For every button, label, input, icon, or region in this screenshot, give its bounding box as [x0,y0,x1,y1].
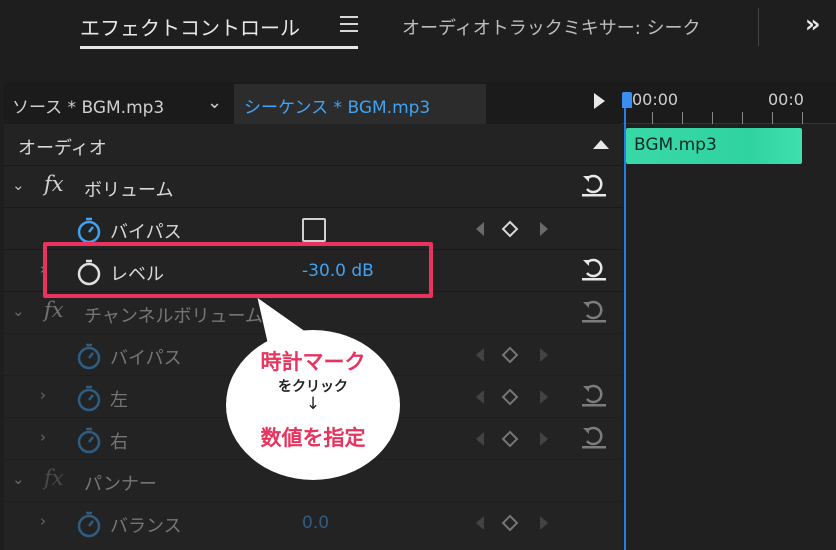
collapse-up-icon[interactable] [593,140,609,149]
mini-timeline[interactable]: 00:00 00:0 BGM.mp3 [622,82,836,550]
reset-icon[interactable] [580,424,608,450]
callout-line4: 数値を指定 [260,426,366,450]
reset-icon[interactable] [580,256,608,282]
more-tabs-icon[interactable]: » [805,10,821,38]
ruler-tick [742,112,743,124]
level-highlight-box [43,242,433,298]
callout-bubble: 時計マーク をクリック ↓ 数値を指定 [226,330,400,480]
ruler-tick [652,112,653,124]
bypass-checkbox[interactable] [302,218,326,242]
timecode-next: 00:0 [768,90,804,109]
tab-effect-controls[interactable]: エフェクトコントロール [80,12,300,41]
chevron-down-icon[interactable]: ⌄ [207,92,222,113]
playhead-line[interactable] [624,96,626,550]
chevron-right-icon[interactable]: › [40,386,46,404]
stopwatch-icon[interactable] [74,383,104,413]
ruler-tick [712,112,713,124]
playhead-handle[interactable] [622,92,632,108]
panel-menu-icon[interactable] [340,16,358,32]
fx-icon[interactable]: fx [44,172,64,196]
sequence-clip-label: シーケンス * BGM.mp3 [244,98,431,118]
effect-volume-name: ボリューム [84,180,174,201]
effect-panner-name: パンナー [84,474,157,495]
source-clip-label[interactable]: ソース * BGM.mp3 [12,93,164,118]
reset-icon[interactable] [580,382,608,408]
ruler-tick [772,112,773,124]
time-ruler[interactable]: 00:00 00:0 [622,82,836,124]
property-balance-label: バランス [110,516,182,537]
property-left-label: 左 [110,390,128,411]
tab-audio-track-mixer[interactable]: オーディオトラックミキサー: シーク [402,14,758,40]
panel-tab-bar: エフェクトコントロール オーディオトラックミキサー: シーク » [0,0,836,58]
chevron-right-icon[interactable]: › [40,428,46,446]
callout-arrow: ↓ [305,394,321,414]
tab-divider [758,8,759,46]
sequence-clip-tab[interactable]: シーケンス * BGM.mp3 [234,84,486,124]
play-icon[interactable] [594,93,605,109]
callout-line2: をクリック [278,379,348,395]
ruler-tick [682,112,683,124]
ruler-tick [802,112,803,124]
stopwatch-icon[interactable] [74,341,104,371]
effect-volume-row[interactable]: ⌄ fx ボリューム [4,166,622,208]
stopwatch-icon[interactable] [74,425,104,455]
keyframe-navigator[interactable] [474,430,554,448]
chevron-right-icon[interactable]: › [40,512,46,530]
fx-icon[interactable]: fx [44,298,64,322]
stopwatch-icon[interactable] [74,215,104,245]
keyframe-navigator[interactable] [474,514,554,532]
active-tab-underline [80,46,358,49]
fx-icon[interactable]: fx [44,466,64,490]
chevron-down-icon[interactable]: ⌄ [12,470,25,488]
timecode-start: 00:00 [632,90,679,109]
keyframe-navigator[interactable] [474,346,554,364]
property-bypass-label: バイパス [110,348,182,369]
source-sequence-bar: ソース * BGM.mp3 ⌄ シーケンス * BGM.mp3 [4,82,622,124]
reset-icon[interactable] [580,172,608,198]
stopwatch-icon[interactable] [74,509,104,539]
property-bypass-label: バイパス [110,222,182,243]
clip-name: BGM.mp3 [634,135,717,155]
property-balance-row: › バランス 0.0 [4,502,622,544]
property-right-label: 右 [110,432,128,453]
callout-line1: 時計マーク [260,350,366,374]
chevron-down-icon[interactable]: ⌄ [12,176,25,194]
reset-icon[interactable] [580,298,608,324]
audio-clip[interactable]: BGM.mp3 [626,128,802,164]
keyframe-navigator[interactable] [474,220,554,238]
chevron-down-icon[interactable]: ⌄ [12,302,25,320]
audio-section-header[interactable]: オーディオ [4,124,622,166]
effect-channel-volume-name: チャンネルボリューム [84,306,263,327]
keyframe-navigator[interactable] [474,388,554,406]
balance-value[interactable]: 0.0 [302,513,329,533]
section-title: オーディオ [18,138,107,159]
